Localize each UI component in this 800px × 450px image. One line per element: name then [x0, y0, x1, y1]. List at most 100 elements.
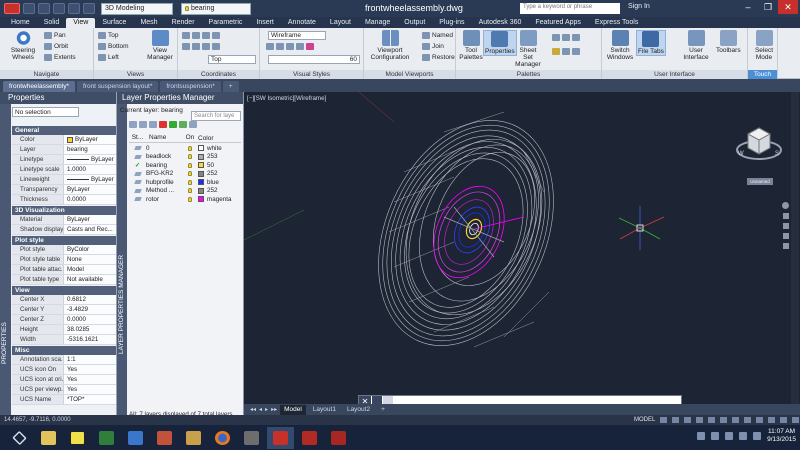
property-value[interactable]: -5316.1621	[64, 335, 116, 344]
new-tab-plus-icon[interactable]: +	[222, 81, 239, 92]
show-hidden-icons-icon[interactable]	[697, 432, 706, 440]
sheet-set-manager-button[interactable]: Sheet Set Manager	[514, 30, 542, 68]
property-value[interactable]: 0.0000	[64, 195, 116, 204]
unnamed-ucs-button[interactable]: Unnamed	[747, 178, 773, 185]
sign-in-link[interactable]: Sign In	[628, 3, 650, 10]
tab-autodesk-360[interactable]: Autodesk 360	[472, 18, 529, 28]
undo-icon[interactable]	[68, 3, 80, 14]
layer-color[interactable]: 252	[198, 170, 241, 177]
polar-icon[interactable]	[696, 417, 703, 423]
col-on[interactable]: On	[182, 134, 198, 142]
view-left-button[interactable]: Left	[98, 54, 119, 61]
workspace-dropdown[interactable]: 3D Modeling	[101, 2, 173, 15]
taskbar-app-4[interactable]	[151, 427, 178, 449]
property-value[interactable]: 0.0000	[64, 315, 116, 324]
visual-style-dropdown[interactable]: Wireframe	[268, 31, 326, 40]
properties-section-header[interactable]: General	[12, 126, 116, 135]
drawing-viewport[interactable]: W S [−][SW Isometric][Wireframe] Unnamed	[244, 92, 800, 404]
property-row[interactable]: Plot style table None	[12, 255, 116, 265]
property-value[interactable]: Yes	[64, 375, 116, 384]
property-value[interactable]: 1.0000	[64, 165, 116, 174]
property-row[interactable]: Plot style ByColor	[12, 245, 116, 255]
layer-color[interactable]: 50	[198, 162, 241, 169]
property-row[interactable]: Center Z 0.0000	[12, 315, 116, 325]
network-icon[interactable]	[711, 432, 720, 440]
isolate-icon[interactable]	[744, 417, 751, 423]
tab-express-tools[interactable]: Express Tools	[588, 18, 645, 28]
layer-on-toggle[interactable]	[182, 145, 198, 151]
taskbar-autocad-2[interactable]	[296, 427, 323, 449]
close-icon[interactable]: ✕	[778, 0, 798, 14]
taskbar-explorer[interactable]	[35, 427, 62, 449]
layer-row[interactable]: rotor magenta	[129, 195, 241, 204]
col-status[interactable]: St...	[129, 134, 146, 142]
delete-layer-icon[interactable]	[159, 121, 167, 128]
osnap-icon[interactable]	[708, 417, 715, 423]
property-row[interactable]: UCS icon On Yes	[12, 365, 116, 375]
zoom-nav-icon[interactable]	[782, 223, 789, 229]
tool-palettes-button[interactable]: Tool Palettes	[459, 30, 483, 61]
tab-featured-apps[interactable]: Featured Apps	[528, 18, 588, 28]
prev-layout-icon[interactable]: ◂	[259, 406, 262, 413]
property-row[interactable]: Plot table attac... Model	[12, 265, 116, 275]
palette-tools-row-2[interactable]	[552, 48, 580, 55]
property-value[interactable]: Yes	[64, 365, 116, 374]
properties-section-header[interactable]: Plot style	[12, 236, 116, 245]
layer-color[interactable]: blue	[198, 179, 241, 186]
property-value[interactable]: Casts and Rec...	[64, 225, 116, 234]
layer-row[interactable]: 0 white	[129, 144, 241, 153]
named-viewports-button[interactable]: Named	[422, 32, 453, 39]
extents-button[interactable]: Extents	[44, 54, 76, 61]
property-row[interactable]: Linetype scale 1.0000	[12, 165, 116, 175]
layer-dropdown[interactable]: bearing	[181, 2, 251, 15]
property-value[interactable]: None	[64, 255, 116, 264]
minimize-icon[interactable]: –	[738, 0, 758, 14]
property-row[interactable]: Width -5316.1621	[12, 335, 116, 345]
property-row[interactable]: Shadow display Casts and Rec...	[12, 225, 116, 235]
user-interface-button[interactable]: User Interface	[682, 30, 710, 61]
opacity-field[interactable]: 60	[268, 55, 360, 64]
document-tab[interactable]: frontsuspension*	[160, 81, 221, 92]
property-value[interactable]: bearing	[64, 145, 116, 154]
ucs-tools-row-2[interactable]	[182, 43, 220, 50]
switch-windows-button[interactable]: Switch Windows	[606, 30, 634, 61]
document-tab[interactable]: frontwheelassembly*	[3, 81, 75, 92]
taskbar-firefox[interactable]	[209, 427, 236, 449]
property-value[interactable]: ByLayer	[64, 155, 116, 164]
clock[interactable]: 11:07 AM 9/13/2015	[767, 428, 796, 444]
save-icon[interactable]	[53, 3, 65, 14]
ucs-tools-row-1[interactable]	[182, 32, 220, 39]
search-input[interactable]: Type a keyword or phrase	[520, 3, 620, 14]
property-row[interactable]: Color ByLayer	[12, 135, 116, 145]
layer-on-toggle[interactable]	[182, 154, 198, 160]
taskbar-autocad-1[interactable]	[267, 426, 294, 449]
selection-dropdown[interactable]: No selection	[12, 107, 79, 117]
tab-insert[interactable]: Insert	[249, 18, 281, 28]
property-value[interactable]: -3.4829	[64, 305, 116, 314]
orbit-nav-icon[interactable]	[782, 233, 789, 239]
layer-color[interactable]: 252	[198, 187, 241, 194]
property-row[interactable]: UCS Name *TOP*	[12, 395, 116, 405]
tab-manage[interactable]: Manage	[358, 18, 397, 28]
taskbar-app-6[interactable]	[238, 427, 265, 449]
pan-nav-icon[interactable]	[782, 213, 789, 219]
tab-surface[interactable]: Surface	[95, 18, 133, 28]
properties-section-header[interactable]: View	[12, 286, 116, 295]
property-row[interactable]: Layer bearing	[12, 145, 116, 155]
redo-icon[interactable]	[83, 3, 95, 14]
layer-on-toggle[interactable]	[182, 196, 198, 202]
coordinate-readout[interactable]: 14.4657, -9.7116, 0.0000	[0, 417, 71, 423]
new-icon[interactable]	[23, 3, 35, 14]
properties-palette-button[interactable]: Properties	[483, 30, 517, 56]
property-value[interactable]: *TOP*	[64, 395, 116, 404]
refresh-icon[interactable]	[179, 121, 187, 128]
property-row[interactable]: Lineweight ByLayer	[12, 175, 116, 185]
start-button[interactable]	[6, 427, 33, 449]
file-tabs-button[interactable]: File Tabs	[636, 30, 666, 56]
layer-row[interactable]: hubprofile blue	[129, 178, 241, 187]
property-value[interactable]: Not available	[64, 275, 116, 284]
ucs-named-dropdown[interactable]: Top	[208, 55, 256, 64]
palette-tools-row-1[interactable]	[552, 34, 580, 41]
tab-output[interactable]: Output	[397, 18, 432, 28]
layer-on-toggle[interactable]	[182, 162, 198, 168]
